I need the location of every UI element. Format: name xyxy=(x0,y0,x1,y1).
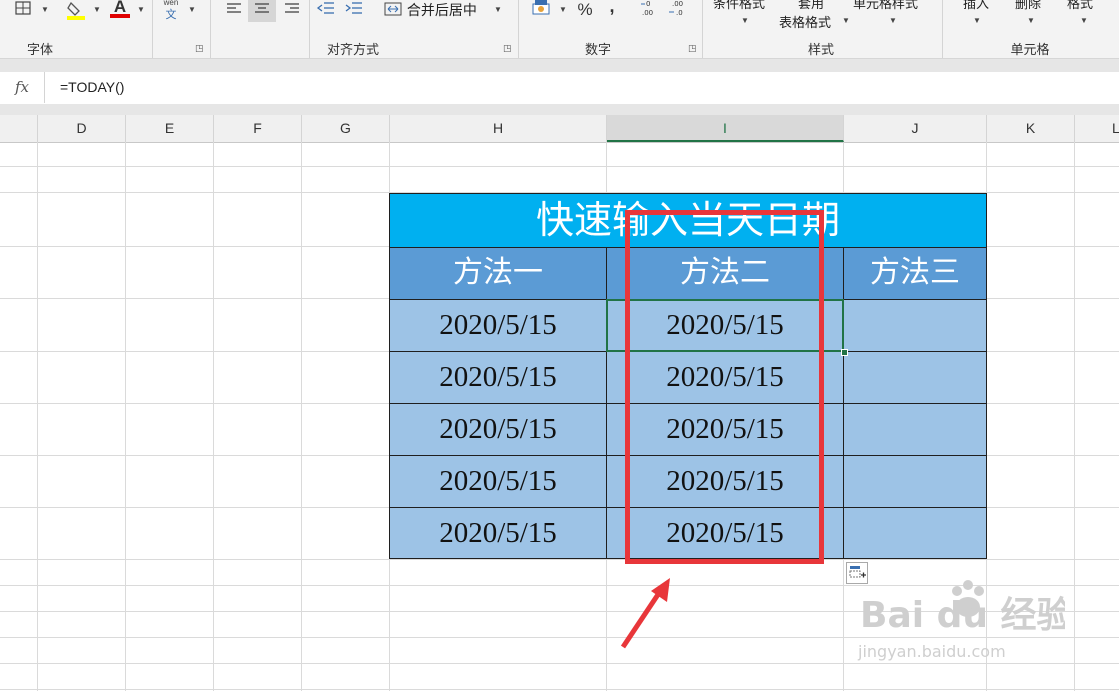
table-cell[interactable] xyxy=(843,507,987,559)
merge-center-button[interactable]: 合并后居中 xyxy=(383,0,508,22)
group-number-label: 数字 xyxy=(584,42,611,57)
divider xyxy=(210,0,211,58)
table-cell[interactable] xyxy=(843,403,987,456)
fill-handle[interactable] xyxy=(841,349,848,356)
svg-text:0: 0 xyxy=(646,0,650,8)
watermark-url: jingyan.baidu.com xyxy=(857,642,1006,661)
grid-line xyxy=(301,142,302,691)
dialog-launcher-icon[interactable]: ◳ xyxy=(688,43,697,54)
cell-styles-button[interactable]: 单元格样式 xyxy=(853,0,918,12)
group-styles-label: 样式 xyxy=(807,42,834,57)
column-header-k[interactable]: K xyxy=(987,115,1075,142)
group-font-label: 字体 xyxy=(26,42,53,57)
divider xyxy=(152,0,153,58)
phonetic-char: 文 xyxy=(165,9,177,21)
grid-line xyxy=(1074,142,1075,691)
column-header-e[interactable]: E xyxy=(126,115,214,142)
grid-line xyxy=(0,559,1119,560)
phonetic-label: wén xyxy=(163,0,179,7)
decrease-decimal-button[interactable]: .00.0 xyxy=(668,0,690,20)
table-cell[interactable]: 2020/5/15 xyxy=(389,299,607,352)
table-format-top-label: 套用 xyxy=(798,0,825,11)
formula-bar: fx =TODAY() xyxy=(0,72,1119,105)
table-format-button[interactable]: 表格格式 xyxy=(779,12,831,31)
grid-line xyxy=(37,142,38,691)
formula-bar-gap xyxy=(0,104,1119,115)
divider xyxy=(518,0,519,58)
chevron-down-icon[interactable]: ▼ xyxy=(137,5,145,14)
increase-indent-button[interactable] xyxy=(342,0,366,22)
comma-style-button[interactable]: , xyxy=(604,0,620,16)
align-right-button[interactable] xyxy=(280,0,304,22)
chevron-down-icon[interactable]: ▼ xyxy=(741,16,749,25)
grid-line xyxy=(125,142,126,691)
insert-function-button[interactable]: fx xyxy=(0,72,45,103)
chevron-down-icon[interactable]: ▼ xyxy=(1080,16,1088,25)
table-cell[interactable]: 2020/5/15 xyxy=(389,351,607,404)
table-cell[interactable] xyxy=(843,299,987,352)
column-header-i[interactable]: I xyxy=(607,115,844,142)
ribbon: ▼ ▼ A ▼ wén 文 ▼ 字体 ◳ 合并后居中 ▼ 对齐方式 ◳ ▼ % … xyxy=(0,0,1119,60)
align-left-button[interactable] xyxy=(222,0,246,22)
ribbon-bottom-bar xyxy=(0,58,1119,73)
chevron-down-icon[interactable]: ▼ xyxy=(559,5,567,14)
divider xyxy=(702,0,703,58)
table-cell[interactable]: 2020/5/15 xyxy=(389,507,607,559)
chevron-down-icon[interactable]: ▼ xyxy=(93,5,101,14)
table-cell[interactable] xyxy=(843,455,987,508)
merge-icon xyxy=(384,2,402,16)
divider xyxy=(942,0,943,58)
percent-style-button[interactable]: % xyxy=(574,0,596,20)
grid-line xyxy=(213,142,214,691)
table-cell[interactable]: 2020/5/15 xyxy=(389,403,607,456)
column-header-left-edge[interactable] xyxy=(0,115,38,142)
chevron-down-icon[interactable]: ▼ xyxy=(41,5,49,14)
phonetic-guide-button[interactable]: wén 文 xyxy=(160,0,182,21)
fill-color-button[interactable] xyxy=(64,0,88,20)
chevron-down-icon[interactable]: ▼ xyxy=(494,5,502,14)
svg-text:.0: .0 xyxy=(676,9,683,17)
group-alignment-label: 对齐方式 xyxy=(326,42,379,57)
format-button[interactable]: 格式 xyxy=(1067,0,1093,12)
chevron-down-icon[interactable]: ▼ xyxy=(973,16,981,25)
insert-button[interactable]: 插入 xyxy=(963,0,989,12)
chevron-down-icon[interactable]: ▼ xyxy=(842,16,850,25)
chevron-down-icon[interactable]: ▼ xyxy=(188,5,196,14)
arrow-icon xyxy=(620,578,670,649)
column-header-h[interactable]: H xyxy=(390,115,607,142)
font-color-button[interactable]: A xyxy=(108,0,132,19)
watermark-logo: Bai du 经验 jingyan.baidu.com xyxy=(855,565,1073,665)
watermark-brand: Bai du 经验 xyxy=(860,595,1065,636)
table-cell[interactable]: 2020/5/15 xyxy=(389,455,607,508)
increase-decimal-button[interactable]: 0.00 xyxy=(640,0,662,20)
table-header-method-1[interactable]: 方法一 xyxy=(389,247,607,300)
divider xyxy=(309,0,310,58)
column-header-l[interactable]: L xyxy=(1075,115,1119,142)
decrease-indent-button[interactable] xyxy=(314,0,338,22)
grid-line xyxy=(0,689,1119,690)
svg-text:.00: .00 xyxy=(642,9,653,17)
align-center-button[interactable] xyxy=(248,0,276,22)
svg-text:.00: .00 xyxy=(672,0,683,8)
grid-line xyxy=(0,166,1119,167)
table-cell[interactable] xyxy=(843,351,987,404)
delete-button[interactable]: 删除 xyxy=(1015,0,1041,12)
chevron-down-icon[interactable]: ▼ xyxy=(1027,16,1035,25)
accounting-format-button[interactable] xyxy=(530,0,554,20)
dialog-launcher-icon[interactable]: ◳ xyxy=(503,43,512,54)
highlight-box xyxy=(625,210,824,564)
column-header-j[interactable]: J xyxy=(844,115,987,142)
column-headers: D E F G H I J K L xyxy=(0,115,1119,143)
column-header-g[interactable]: G xyxy=(302,115,390,142)
chevron-down-icon[interactable]: ▼ xyxy=(889,16,897,25)
column-header-d[interactable]: D xyxy=(38,115,126,142)
group-cells-label: 单元格 xyxy=(1010,42,1050,57)
column-header-f[interactable]: F xyxy=(214,115,302,142)
merge-center-label: 合并后居中 xyxy=(406,2,477,18)
table-header-method-3[interactable]: 方法三 xyxy=(843,247,987,300)
dialog-launcher-icon[interactable]: ◳ xyxy=(195,43,204,54)
conditional-format-button[interactable]: 条件格式 xyxy=(713,0,765,12)
borders-button[interactable] xyxy=(12,0,34,18)
formula-input[interactable]: =TODAY() xyxy=(60,72,124,103)
